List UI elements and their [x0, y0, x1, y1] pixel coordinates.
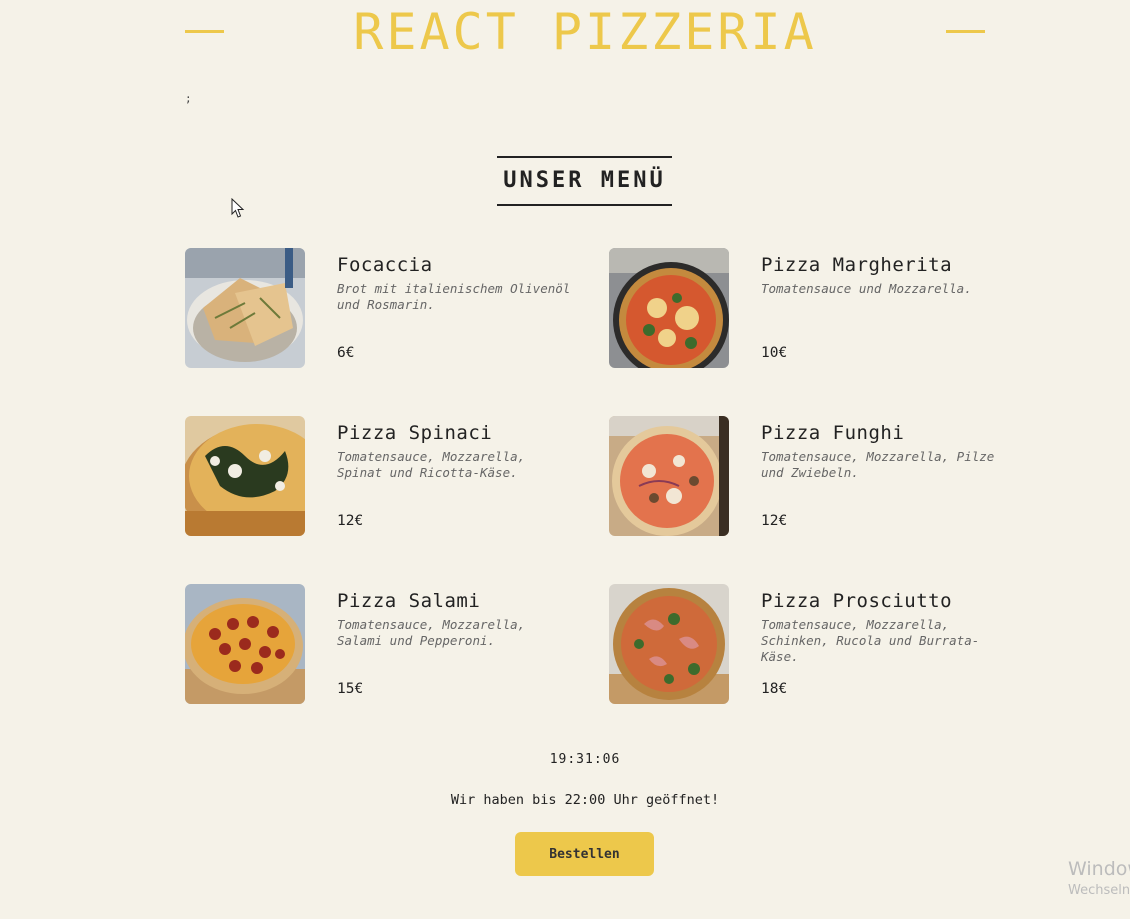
- watermark-line-1: Windows: [1068, 858, 1130, 880]
- order-button[interactable]: Bestellen: [515, 832, 654, 876]
- pizza-price: 10€: [761, 345, 788, 361]
- page-title: REACT PIZZERIA: [353, 3, 817, 61]
- pizza-item: Pizza Prosciutto Tomatensauce, Mozzarell…: [609, 584, 989, 704]
- page-header: REACT PIZZERIA: [185, 0, 985, 66]
- pizza-price: 6€: [337, 345, 355, 361]
- pizza-name: Pizza Spinaci: [337, 422, 493, 444]
- pizza-info: Pizza Margherita Tomatensauce und Mozzar…: [761, 248, 1001, 368]
- pizza-prosciutto-photo: [609, 584, 729, 704]
- pizza-name: Pizza Margherita: [761, 254, 953, 276]
- pizza-item: Pizza Funghi Tomatensauce, Mozzarella, P…: [609, 416, 994, 536]
- pizza-ingredients: Tomatensauce, Mozzarella, Schinken, Ruco…: [761, 617, 980, 664]
- pizza-info: Pizza Funghi Tomatensauce, Mozzarella, P…: [761, 416, 1001, 536]
- pizza-info: Pizza Spinaci Tomatensauce, Mozzarella, …: [337, 416, 577, 536]
- pizza-item: Pizza Margherita Tomatensauce und Mozzar…: [609, 248, 989, 368]
- pizza-spinaci-photo: [185, 416, 305, 536]
- opening-hours-text: Wir haben bis 22:00 Uhr geöffnet!: [450, 792, 720, 808]
- pizza-funghi-photo: [609, 416, 729, 536]
- pizza-ingredients: Tomatensauce, Mozzarella, Spinat und Ric…: [337, 449, 526, 480]
- pizza-price: 18€: [761, 681, 788, 697]
- current-time: 19:31:06: [549, 752, 621, 767]
- pizza-name: Pizza Prosciutto: [761, 590, 953, 612]
- pizza-info: Pizza Salami Tomatensauce, Mozzarella, S…: [337, 584, 577, 704]
- pizza-item: Focaccia Brot mit italienischem Olivenöl…: [185, 248, 570, 368]
- pizza-ingredients: Tomatensauce, Mozzarella, Salami und Pep…: [337, 617, 526, 648]
- pizza-info: Pizza Prosciutto Tomatensauce, Mozzarell…: [761, 584, 1001, 704]
- pizza-margherita-photo: [609, 248, 729, 368]
- pizza-salami-photo: [185, 584, 305, 704]
- focaccia-photo: [185, 248, 305, 368]
- pizza-name: Focaccia: [337, 254, 433, 276]
- header-decor-line-right: [946, 30, 985, 33]
- pizza-name: Pizza Salami: [337, 590, 481, 612]
- pizza-price: 12€: [337, 513, 364, 529]
- stray-text: ;: [185, 92, 192, 105]
- windows-activation-watermark: Windows Wechseln: [1068, 858, 1130, 902]
- pizza-price: 12€: [761, 513, 788, 529]
- pizza-info: Focaccia Brot mit italienischem Olivenöl…: [337, 248, 577, 368]
- watermark-line-2: Wechseln: [1068, 883, 1130, 898]
- pizza-price: 15€: [337, 681, 364, 697]
- pizza-ingredients: Brot mit italienischem Olivenöl und Rosm…: [337, 281, 571, 312]
- menu-heading: UNSER MENÜ: [497, 156, 672, 206]
- pizza-item: Pizza Spinaci Tomatensauce, Mozzarella, …: [185, 416, 565, 536]
- mouse-cursor-icon: [231, 197, 245, 223]
- pizza-item: Pizza Salami Tomatensauce, Mozzarella, S…: [185, 584, 565, 704]
- pizza-ingredients: Tomatensauce und Mozzarella.: [761, 281, 972, 296]
- pizza-ingredients: Tomatensauce, Mozzarella, Pilze und Zwie…: [761, 449, 995, 480]
- pizza-name: Pizza Funghi: [761, 422, 905, 444]
